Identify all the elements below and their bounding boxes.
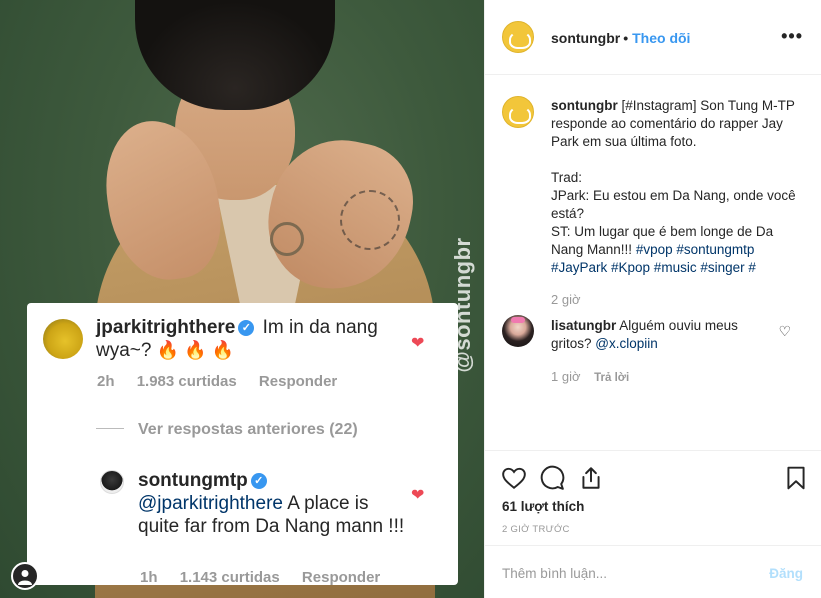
comment-mention[interactable]: @x.clopiin <box>595 336 657 351</box>
post-header: sontungbr • Theo dõi <box>551 30 690 46</box>
post-sidebar: sontungbr • Theo dõi ••• sontungbr [#Insta… <box>484 0 821 598</box>
comment-meta: 1 giờ Trả lời <box>551 369 629 384</box>
tagged-users-icon[interactable] <box>11 562 39 590</box>
comment-bubble-icon[interactable] <box>539 465 565 491</box>
view-more-label: Ver respostas anteriores (22) <box>138 421 358 438</box>
divider-line <box>96 428 124 429</box>
caption-time: 2 giờ <box>551 292 581 307</box>
sontungmtp-comment-meta: 1h 1.143 curtidas Responder <box>140 569 398 585</box>
like-count[interactable]: 61 lượt thích <box>502 499 584 514</box>
caption-line2: Trad: <box>551 170 583 185</box>
caption-author-avatar[interactable] <box>502 96 534 128</box>
caption-line3: JPark: Eu estou em Da Nang, onde você es… <box>551 188 796 221</box>
post-caption: sontungbr [#Instagram] Son Tung M-TP res… <box>551 97 809 277</box>
bookmark-icon[interactable] <box>783 465 809 491</box>
header-divider <box>485 74 821 75</box>
jpark-comment: jparkitrighthere ✓ Im in da nang wya~? 🔥 … <box>96 316 416 362</box>
comment-reply: Responder <box>301 569 381 585</box>
follow-button[interactable]: Theo dõi <box>632 30 690 46</box>
photo-necklace-ring <box>270 222 304 256</box>
post-timestamp: 2 GIỜ TRƯỚC <box>502 524 570 535</box>
comment-time: 1 giờ <box>551 369 581 384</box>
comment-mention: @jparkitrighthere <box>138 493 283 514</box>
author-avatar[interactable] <box>502 21 534 53</box>
comment-likes: 1.983 curtidas <box>136 373 237 390</box>
comment-time: 1h <box>140 569 158 585</box>
separator-dot: • <box>623 30 629 46</box>
comment-reply: Responder <box>258 373 338 390</box>
commenter-username[interactable]: lisatungbr <box>551 318 616 333</box>
actions-divider <box>485 450 821 451</box>
jpark-avatar <box>43 319 83 359</box>
comment-item: lisatungbr Alguém ouviu meus gritos? @x.… <box>551 317 771 353</box>
author-username[interactable]: sontungbr <box>551 30 620 46</box>
comment-screenshot-card: jparkitrighthere ✓ Im in da nang wya~? 🔥 … <box>27 303 458 585</box>
photo-tattoo <box>340 190 400 250</box>
reply-button[interactable]: Trả lời <box>594 372 629 384</box>
share-icon[interactable] <box>578 465 604 491</box>
comment-like-icon[interactable]: ♡ <box>778 323 791 340</box>
verified-icon: ✓ <box>250 473 267 489</box>
heart-icon: ❤ <box>411 335 425 352</box>
like-heart-icon[interactable] <box>501 465 527 491</box>
view-more-replies: Ver respostas anteriores (22) <box>96 421 358 439</box>
fire-emoji: 🔥 🔥 🔥 <box>156 340 234 360</box>
post-comment-button[interactable]: Đăng <box>769 566 803 581</box>
heart-icon: ❤ <box>411 487 425 504</box>
caption-username[interactable]: sontungbr <box>551 98 618 113</box>
commenter-avatar[interactable] <box>502 315 534 347</box>
jpark-username: jparkitrighthere <box>96 317 236 338</box>
comment-time: 2h <box>97 373 115 390</box>
add-comment-input[interactable]: Thêm bình luận... <box>502 566 607 581</box>
photo-hair <box>135 0 335 110</box>
jpark-comment-meta: 2h 1.983 curtidas Responder <box>97 373 355 390</box>
action-bar <box>501 465 811 491</box>
sontungmtp-avatar <box>100 470 124 494</box>
comment-likes: 1.143 curtidas <box>179 569 280 585</box>
sontungmtp-username: sontungmtp <box>138 470 248 491</box>
verified-icon: ✓ <box>238 320 255 336</box>
comment-divider <box>485 545 821 546</box>
sontungmtp-comment: sontungmtp ✓ @jparkitrighthere A place is… <box>138 469 408 538</box>
more-options-icon[interactable]: ••• <box>781 26 803 47</box>
post-photo[interactable]: @sontungbr jparkitrighthere ✓ Im in da na… <box>0 0 484 598</box>
